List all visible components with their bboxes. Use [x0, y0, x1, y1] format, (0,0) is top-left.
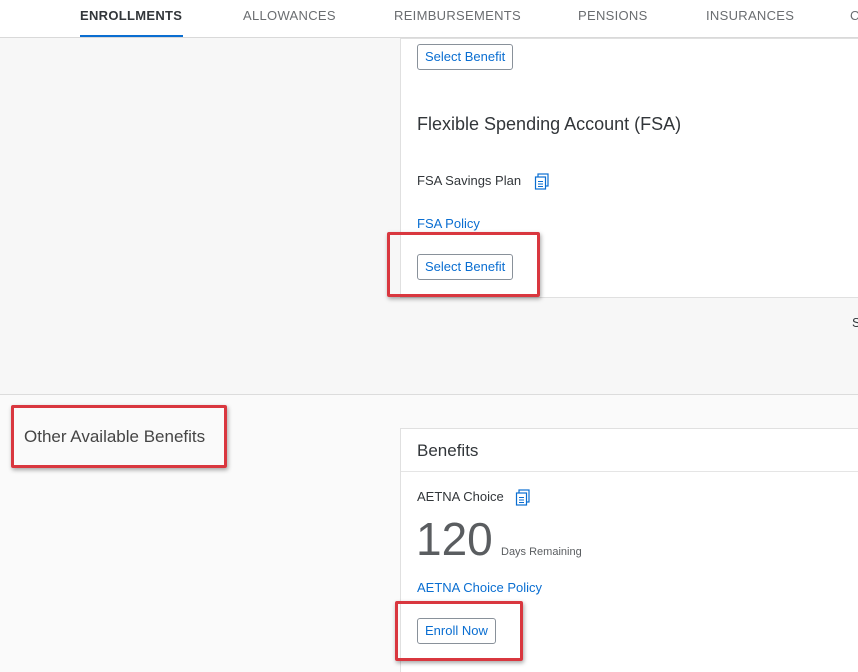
- tab-enrollments[interactable]: ENROLLMENTS: [80, 8, 182, 23]
- fsa-title: Flexible Spending Account (FSA): [417, 114, 682, 134]
- card-header-divider: [401, 471, 858, 472]
- aetna-plan-name: AETNA Choice: [417, 489, 504, 504]
- truncated-edge-text: S: [852, 315, 858, 330]
- days-remaining-value: 120: [416, 513, 493, 565]
- days-remaining-label: Days Remaining: [501, 546, 582, 558]
- tab-pensions[interactable]: PENSIONS: [578, 8, 648, 23]
- benefits-card: Benefits AETNA Choice 120 Days Remaining…: [400, 428, 858, 672]
- select-benefit-button-fsa[interactable]: Select Benefit: [417, 254, 514, 280]
- select-benefit-button-top[interactable]: Select Benefit: [417, 44, 514, 70]
- fsa-benefit-card: Select Benefit Flexible Spending Account…: [400, 38, 858, 298]
- document-icon[interactable]: [515, 489, 531, 506]
- other-benefits-title: Other Available Benefits: [24, 427, 206, 446]
- enroll-now-button[interactable]: Enroll Now: [417, 618, 496, 644]
- document-icon[interactable]: [534, 173, 550, 190]
- tab-more[interactable]: C: [850, 8, 858, 23]
- tab-reimbursements[interactable]: REIMBURSEMENTS: [394, 8, 521, 23]
- fsa-policy-link[interactable]: FSA Policy: [417, 216, 480, 231]
- tab-insurances[interactable]: INSURANCES: [706, 8, 794, 23]
- aetna-policy-link[interactable]: AETNA Choice Policy: [417, 580, 542, 595]
- tab-bar: ENROLLMENTS ALLOWANCES REIMBURSEMENTS PE…: [0, 0, 858, 38]
- fsa-plan-name: FSA Savings Plan: [417, 173, 522, 188]
- active-tab-indicator: [80, 35, 183, 37]
- benefits-card-title: Benefits: [417, 441, 479, 460]
- tab-allowances[interactable]: ALLOWANCES: [243, 8, 336, 23]
